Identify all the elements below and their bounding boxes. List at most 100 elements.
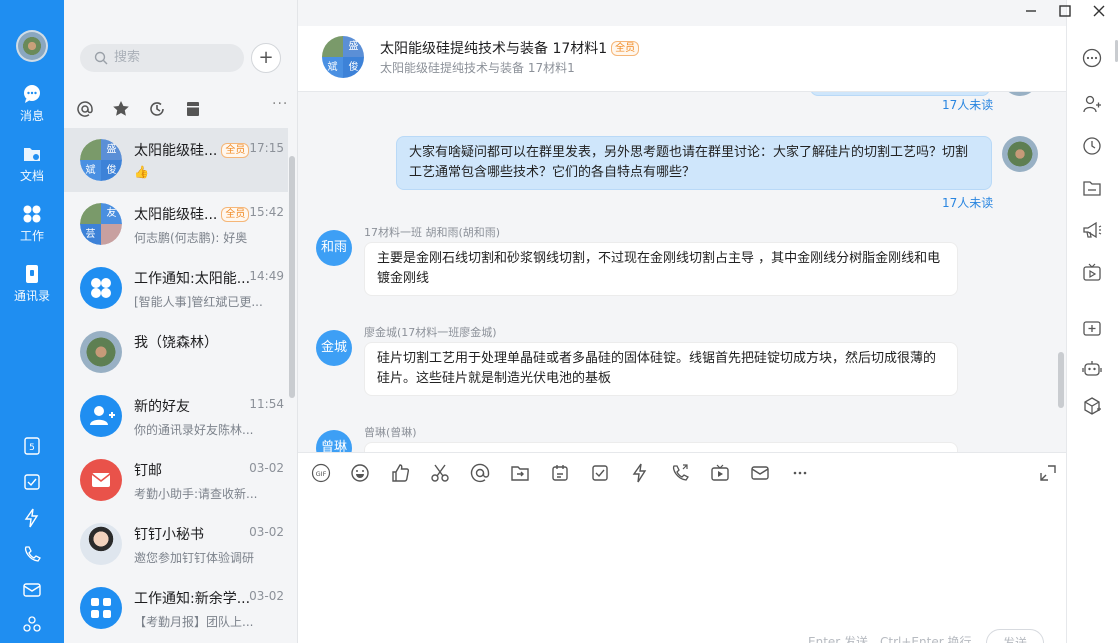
all-members-badge: 全员 [221,207,250,222]
user-avatar[interactable] [16,30,48,62]
chat-title[interactable]: 太阳能级硅提纯技术与装备 17材料1 全员 [380,38,640,58]
chat-title-text: 太阳能级硅提纯技术与装备 17材料1 [380,41,608,57]
avatar-cell: 斌 [80,160,101,181]
thumbs-up-icon[interactable] [390,463,410,483]
search-input[interactable]: 搜索 [80,44,244,72]
at-icon[interactable] [470,463,490,483]
nav-label: 文档 [19,169,44,183]
nav-item-contacts[interactable]: 通讯录 [0,264,64,304]
announcement-icon[interactable] [1082,220,1102,240]
avatar-cell: 芸 [80,224,101,245]
star-icon[interactable] [112,100,130,118]
avatar-cell: 俊 [101,160,122,181]
message-bubble[interactable] [364,442,958,452]
robot-icon[interactable] [1082,358,1102,378]
conversation-item[interactable]: 我（饶森林） [64,320,288,384]
nav-item-work[interactable]: 工作 [0,204,64,244]
more-circle-icon[interactable] [1082,48,1102,68]
scissors-icon[interactable] [430,463,450,483]
maximize-icon[interactable] [1056,2,1074,20]
unread-count[interactable]: 17人未读 [942,96,993,113]
folder-send-icon[interactable] [510,463,530,483]
flash-icon[interactable] [630,463,650,483]
conversation-title: 钉钉小秘书 [134,527,204,543]
my-avatar[interactable] [1002,136,1038,172]
conversation-title: 太阳能级硅... 全员 [134,140,250,160]
add-app-icon[interactable] [1082,318,1102,338]
add-button[interactable]: + [251,43,281,73]
sender-avatar[interactable]: 曾琳 [316,430,352,452]
more-icon[interactable] [790,463,810,483]
group-avatar[interactable]: 盛 斌 俊 [322,36,364,78]
files-icon[interactable] [1082,178,1102,198]
sender-avatar[interactable]: 金城 [316,330,352,366]
nav-item-messages[interactable]: 消息 [0,84,64,124]
list-scrollbar[interactable] [289,156,295,398]
nav-label: 工作 [19,229,44,243]
flash-icon[interactable] [22,508,42,528]
mail-icon[interactable] [22,580,42,600]
search-icon [94,51,108,65]
live-icon[interactable] [1082,262,1102,282]
conversation-item[interactable]: 盛 斌 俊 太阳能级硅... 全员 17:15 👍 [64,128,288,192]
conversation-time: 11:54 [249,397,284,411]
more-apps-icon[interactable] [22,614,42,634]
todo-icon[interactable] [590,463,610,483]
add-friend-icon [80,395,122,437]
my-message-bubble[interactable]: 大家有啥疑问都可以在群里发表，另外思考题也请在群里讨论：大家了解硅片的切割工艺吗… [396,136,992,190]
minimize-icon[interactable] [1022,2,1040,20]
conversation-item[interactable]: 钉邮 03-02 考勤小助手:请查收新... [64,448,288,512]
chat-scrollbar[interactable] [1058,352,1064,408]
svg-text:5: 5 [29,443,35,453]
avatar-cell: 斌 [322,57,343,78]
gif-icon[interactable]: GIF [311,463,331,483]
sender-name: 17材料一班 胡和雨(胡和雨) [364,226,501,239]
calendar-icon[interactable] [550,463,570,483]
plugin-icon[interactable] [1082,396,1102,416]
conversation-item[interactable]: 工作通知:太阳能... 14:49 [智能人事]管红斌已更... [64,256,288,320]
more-filters-button[interactable]: ··· [272,96,288,112]
at-icon[interactable] [76,100,94,118]
conversation-title: 工作通知:新余学... [134,591,251,607]
conversation-title: 钉邮 [134,463,162,479]
video-icon[interactable] [710,463,730,483]
conversation-title: 我（饶森林） [134,335,218,351]
nav-item-docs[interactable]: 文档 [0,144,64,184]
conversation-item[interactable]: 友 芸 太阳能级硅... 全员 15:42 何志鹏(何志鹏): 好奥 [64,192,288,256]
expand-icon[interactable] [1038,463,1058,483]
add-member-icon[interactable] [1082,94,1102,114]
plant-photo [80,331,122,373]
conversation-preview: [智能人事]管红斌已更... [134,295,263,309]
chat-header: 盛 斌 俊 太阳能级硅提纯技术与装备 17材料1 全员 太阳能级硅提纯技术与装备 … [298,26,1066,92]
calendar-icon[interactable]: 5 [22,436,42,456]
my-avatar[interactable] [1002,92,1038,96]
send-hint: Enter 发送，Ctrl+Enter 换行 [808,635,972,643]
message-composer[interactable]: GIF Enter 发送，Ctrl+Enter 换行 发送 [298,452,1066,643]
mail-icon[interactable] [750,463,770,483]
phone-icon[interactable] [670,463,690,483]
conversation-time: 14:49 [249,269,284,283]
chat-bubble-icon [24,85,40,103]
message-bubble[interactable]: 硅片切割工艺用于处理单晶硅或者多晶硅的固体硅锭。线锯首先把硅锭切成方块，然后切成… [364,342,958,396]
message-bubble[interactable]: 主要是金刚石线切割和砂浆钢线切割，不过现在金刚线切割占主导 ，其中金刚线分树脂金… [364,242,958,296]
call-icon[interactable] [22,544,42,564]
conversation-item[interactable]: 钉钉小秘书 03-02 邀您参加钉钉体验调研 [64,512,288,576]
conversation-preview: 👍 [134,165,149,179]
unread-count[interactable]: 17人未读 [942,194,993,211]
send-button[interactable]: 发送 [986,629,1044,643]
chat-panel: 盛 斌 俊 太阳能级硅提纯技术与装备 17材料1 全员 太阳能级硅提纯技术与装备 … [298,0,1066,643]
search-placeholder: 搜索 [114,50,141,65]
conversation-item[interactable]: 新的好友 11:54 你的通讯录好友陈林... [64,384,288,448]
sender-avatar[interactable]: 和雨 [316,230,352,266]
close-icon[interactable] [1090,2,1108,20]
conversation-item[interactable]: 工作通知:新余学... 03-02 【考勤月报】团队上... [64,576,288,640]
conversation-time: 03-02 [249,525,284,539]
emoji-icon[interactable] [350,463,370,483]
history-icon[interactable] [1082,136,1102,156]
grid-icon [23,205,41,223]
conversation-time: 03-02 [249,461,284,475]
conversation-title-text: 太阳能级硅... [134,207,218,223]
todo-icon[interactable] [22,472,42,492]
clock-icon[interactable] [148,100,166,118]
archive-icon[interactable] [184,100,202,118]
